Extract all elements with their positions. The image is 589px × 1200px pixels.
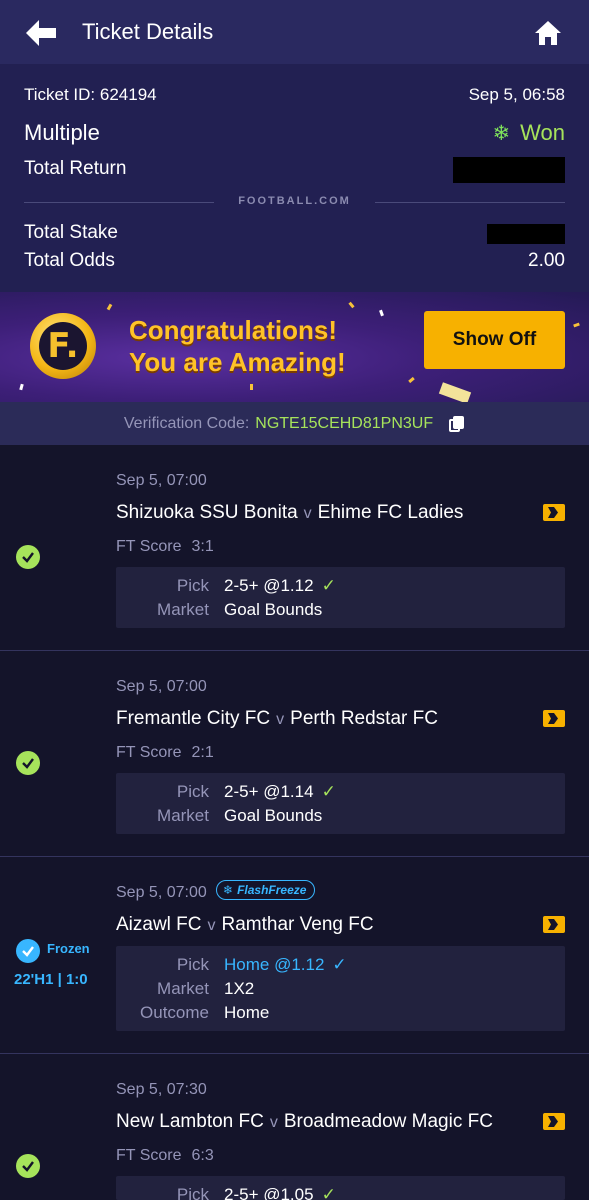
verification-row: Verification Code: NGTE15CEHD81PN3UF: [0, 402, 589, 445]
bet-item[interactable]: Sep 5, 07:00 Shizuoka SSU Bonita v Ehime F…: [0, 445, 589, 651]
pick-value: Home @1.12 ✓: [224, 955, 347, 974]
show-off-button[interactable]: Show Off: [424, 311, 565, 369]
total-odds-value: 2.00: [528, 250, 565, 271]
pick-value: 2-5+ @1.12 ✓: [224, 576, 336, 595]
market-label: Market: [157, 806, 209, 825]
won-check-icon: [16, 1154, 40, 1178]
pick-value: 2-5+ @1.05 ✓: [224, 1185, 336, 1200]
match-detail-icon[interactable]: [543, 710, 565, 727]
check-icon: ✓: [321, 782, 336, 801]
check-icon: ✓: [321, 576, 336, 595]
flashfreeze-badge[interactable]: ❄ FlashFreeze: [216, 880, 316, 900]
congrats-line-2: You are Amazing!: [129, 347, 346, 377]
total-stake-label: Total Stake: [24, 222, 118, 243]
frozen-time: 22'H1 | 1:0: [14, 971, 88, 988]
brand-watermark: FOOTBALL.COM: [238, 195, 351, 207]
home-icon[interactable]: [533, 18, 563, 48]
match-date: Sep 5, 07:00: [116, 678, 207, 695]
match-detail-icon[interactable]: [543, 1113, 565, 1130]
total-odds-label: Total Odds: [24, 250, 115, 271]
frozen-check-icon: [16, 939, 40, 963]
match-date: Sep 5, 07:00: [116, 884, 207, 901]
market-label: Market: [157, 979, 209, 998]
outcome-label: Outcome: [140, 1003, 209, 1022]
won-check-icon: [16, 751, 40, 775]
pick-label: Pick: [176, 782, 209, 801]
snowflake-icon: ❄: [492, 121, 511, 145]
verification-label: Verification Code:: [123, 414, 250, 432]
pick-box: Pick Home @1.12 ✓ Market 1X2 Outcome Home: [116, 946, 565, 1031]
match-date: Sep 5, 07:30: [116, 1081, 207, 1098]
page-title: Ticket Details: [82, 19, 214, 44]
pick-value: 2-5+ @1.14 ✓: [224, 782, 336, 801]
ticket-summary: Ticket ID: 624194 Sep 5, 06:58 Multiple …: [0, 64, 589, 292]
pick-label: Pick: [176, 955, 209, 974]
match-teams: Shizuoka SSU Bonita v Ehime FC Ladies: [116, 502, 464, 523]
back-arrow-icon[interactable]: [24, 18, 58, 48]
ticket-datetime: Sep 5, 06:58: [468, 85, 565, 104]
outcome-value: Home: [224, 1003, 270, 1022]
bet-item[interactable]: Sep 5, 07:00 Fremantle City FC v Perth Red…: [0, 651, 589, 857]
copy-icon[interactable]: [449, 415, 465, 432]
market-value: Goal Bounds: [224, 600, 323, 619]
pick-label: Pick: [176, 576, 209, 595]
pick-label: Pick: [176, 1185, 209, 1200]
ticket-status: ❄ Won: [493, 120, 565, 146]
status-label: Won: [520, 120, 565, 145]
match-teams: Aizawl FC v Ramthar Veng FC: [116, 914, 374, 935]
frozen-label: Frozen: [47, 941, 90, 956]
ft-score: FT Score 2:1: [116, 744, 214, 761]
market-value: 1X2: [224, 979, 255, 998]
total-stake-value-redacted: [487, 224, 565, 244]
pick-box: Pick 2-5+ @1.14 ✓ Market Goal Bounds: [116, 773, 565, 834]
total-return-label: Total Return: [24, 158, 127, 179]
market-value: Goal Bounds: [224, 806, 323, 825]
pick-box: Pick 2-5+ @1.12 ✓ Market Goal Bounds: [116, 567, 565, 628]
match-date: Sep 5, 07:00: [116, 472, 207, 489]
ticket-id: Ticket ID: 624194: [24, 85, 157, 104]
total-return-value-redacted: [453, 157, 565, 183]
bet-item[interactable]: Sep 5, 07:30 New Lambton FC v Broadmeadow …: [0, 1054, 589, 1200]
bet-type: Multiple: [24, 120, 100, 145]
congrats-line-1: Congratulations!: [129, 315, 337, 345]
ft-score: FT Score 6:3: [116, 1147, 214, 1164]
match-detail-icon[interactable]: [543, 504, 565, 521]
won-check-icon: [16, 545, 40, 569]
brand-divider: FOOTBALL.COM: [24, 194, 565, 210]
snowflake-icon: ❄: [223, 883, 234, 897]
pick-box: Pick 2-5+ @1.05 ✓: [116, 1176, 565, 1200]
check-icon: ✓: [321, 1185, 336, 1200]
brand-logo-icon: F.: [30, 313, 96, 379]
verification-code: NGTE15CEHD81PN3UF: [255, 414, 434, 432]
top-bar: Ticket Details: [0, 0, 589, 64]
congrats-banner: F. Congratulations! You are Amazing! Sho…: [0, 292, 589, 402]
match-teams: Fremantle City FC v Perth Redstar FC: [116, 708, 438, 729]
match-teams: New Lambton FC v Broadmeadow Magic FC: [116, 1111, 493, 1132]
match-detail-icon[interactable]: [543, 916, 565, 933]
bet-item[interactable]: Frozen 22'H1 | 1:0 Sep 5, 07:00 ❄ FlashFr…: [0, 857, 589, 1054]
ft-score: FT Score 3:1: [116, 538, 214, 555]
check-icon: ✓: [332, 955, 347, 974]
market-label: Market: [157, 600, 209, 619]
